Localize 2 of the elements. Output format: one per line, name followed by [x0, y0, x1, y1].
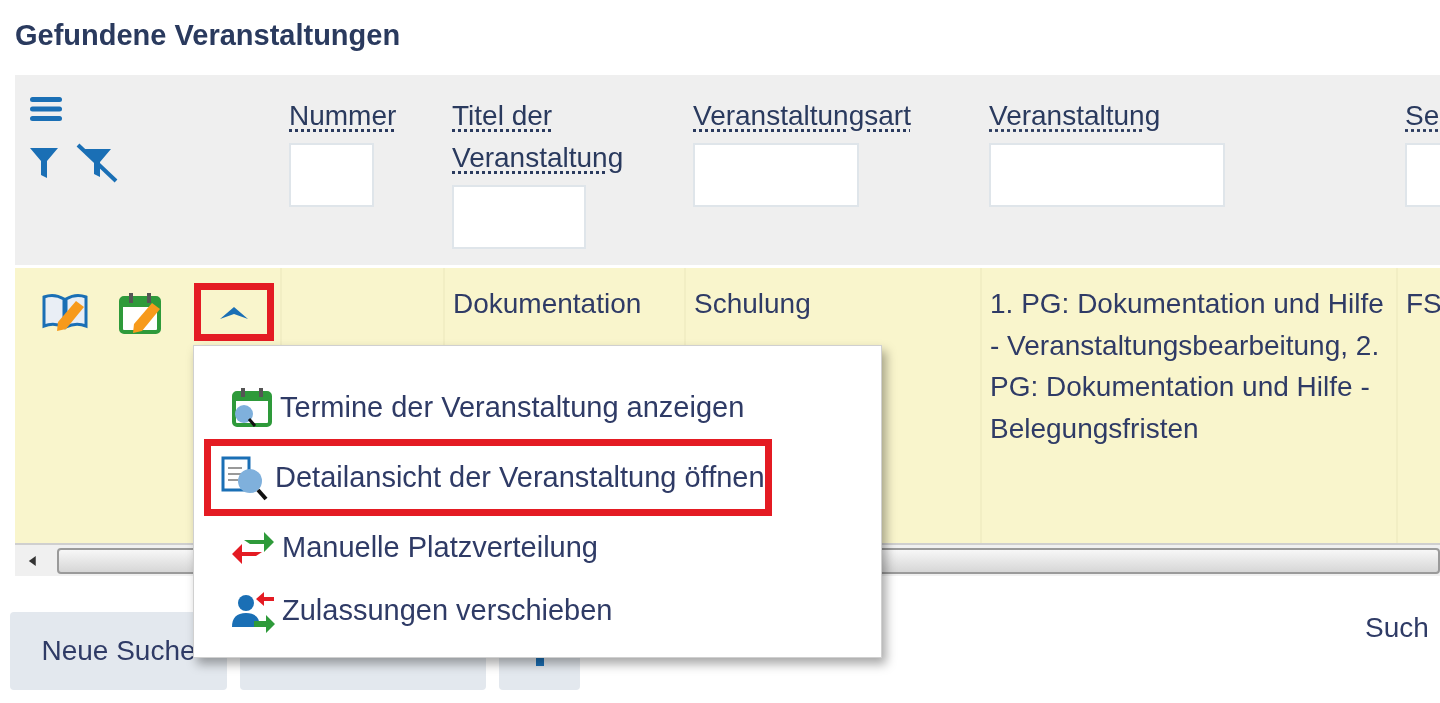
search-label: Such: [1365, 611, 1429, 645]
page-title: Gefundene Veranstaltungen: [15, 18, 401, 53]
